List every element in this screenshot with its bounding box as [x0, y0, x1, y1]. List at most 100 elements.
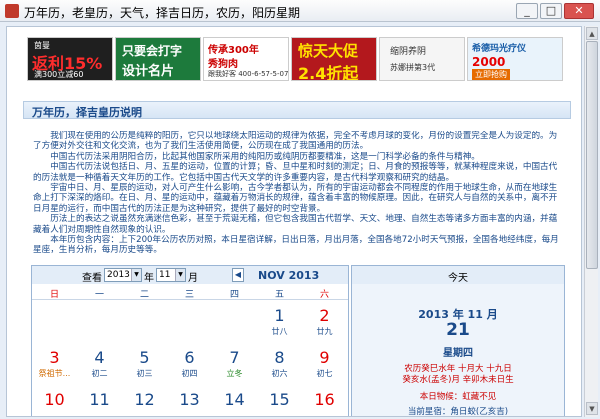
day-number: 6: [184, 348, 195, 367]
day-number: 2: [319, 306, 330, 325]
calendar-day[interactable]: 1 廿八: [257, 300, 302, 342]
today-day-number: 21: [446, 320, 470, 340]
month-select[interactable]: 11 ▼: [156, 268, 186, 282]
chevron-down-icon: ▼: [131, 269, 141, 281]
ad-footer: 跟我好客 400-6-57-5-07: [208, 70, 289, 78]
calendar-day[interactable]: 13: [167, 384, 212, 416]
day-number: 7: [229, 348, 240, 367]
lunar-date: 祭祖节...: [38, 369, 71, 378]
day-number: 15: [269, 390, 290, 409]
ad-banner-1[interactable]: 茵曼 返利15% 满300立减60: [27, 37, 113, 81]
lunar-date: 廿九: [316, 327, 333, 336]
calendar-day[interactable]: 4 初二: [77, 342, 122, 384]
ad-buy-button[interactable]: 立即抢购: [472, 69, 510, 80]
today-header-label: 今天: [448, 273, 468, 284]
lunar-date: 初六: [271, 369, 288, 378]
page-content: 茵曼 返利15% 满300立减60 只要会打字 设计名片 传承300年 秀狗肉 …: [6, 26, 582, 417]
calendar-day[interactable]: 3 祭祖节...: [32, 342, 77, 384]
day-number: 11: [89, 390, 110, 409]
maximize-button[interactable]: □: [540, 3, 562, 19]
day-number: 13: [179, 390, 200, 409]
minimize-button[interactable]: _: [516, 3, 538, 19]
title-bar: 万年历，老皇历，天气，择吉日历，农历，阳历星期 _ □ ✕: [0, 0, 600, 22]
today-header: 今天: [352, 266, 564, 284]
calendar-day[interactable]: 14: [212, 384, 257, 416]
ad-banner-3[interactable]: 传承300年 秀狗肉 跟我好客 400-6-57-5-07: [203, 37, 289, 81]
lunar-date: 初三: [136, 369, 153, 378]
intro-title: 万年历，择吉皇历说明: [32, 106, 142, 119]
prev-month-button[interactable]: ◀: [232, 268, 244, 282]
lunar-date: 初七: [316, 369, 333, 378]
ad-banner-5[interactable]: 缩阴养阴 苏娜拼第3代: [379, 37, 465, 81]
weekday-label: 六: [319, 290, 329, 300]
lunar-date: 初四: [181, 369, 198, 378]
calendar-day[interactable]: 7 立冬: [212, 342, 257, 384]
intro-paragraph: 宇宙中日、月、星辰的运动，对人可产生什么影响，古今学者都认为，所有的宇宙运动都会…: [33, 183, 558, 214]
chevron-down-icon: ▼: [175, 269, 185, 281]
calendar-day[interactable]: 15: [257, 384, 302, 416]
year-value: 2013: [107, 270, 130, 280]
today-star: 当前星宿：角日蛟(乙亥吉): [407, 407, 509, 417]
view-label: 查看: [82, 273, 102, 284]
lunar-date: 初二: [91, 369, 108, 378]
day-number: 9: [319, 348, 330, 367]
calendar-day[interactable]: 8 初六: [257, 342, 302, 384]
lunar-date: 立冬: [226, 369, 243, 378]
close-button[interactable]: ✕: [564, 3, 594, 19]
weekday-label: 二: [139, 290, 149, 300]
weekday-label: 三: [184, 290, 194, 300]
intro-paragraph: 我们现在使用的公历是纯粹的阳历，它只以地球绕太阳运动的规律为依据，完全不考虑月球…: [33, 131, 558, 152]
vertical-scrollbar[interactable]: ▲ ▼: [584, 26, 598, 417]
weekday-label: 日: [49, 290, 59, 300]
year-select[interactable]: 2013 ▼: [104, 268, 142, 282]
intro-paragraph: 历法上的表达之说虽然充满迷信色彩，甚至于荒诞无稽，但它包含我国古代哲学、天文、地…: [33, 214, 558, 235]
ad-headline: 希德玛光疗仪: [472, 44, 527, 54]
day-number: 16: [314, 390, 335, 409]
today-body: 2013 年 11 月 21 星期四 农历癸巳水年 十月大 十九日 癸亥水(孟冬…: [352, 284, 564, 417]
weekday-label: 四: [229, 290, 239, 300]
day-number: 5: [139, 348, 150, 367]
today-panel: 今天 2013 年 11 月 21 星期四 农历癸巳水年 十月大 十九日 癸亥水…: [351, 265, 565, 417]
intro-paragraph: 本年历包含内容：上下200年公历农历对照，本日星宿详解，日出日落，月出月落，全国…: [33, 235, 559, 256]
ad-headline: 只要会打字: [122, 44, 183, 58]
intro-paragraph: 中国古代历法说包括日、月、五星的运动，位置的计算；昏、旦中星和时刻的测定；日、月…: [33, 162, 558, 183]
intro-paragraph: 中国古代历法采用阴阳合历，比起其他国家所采用的纯阳历或纯阴历都要精准，这是一门科…: [50, 151, 480, 162]
calendar-day[interactable]: 16: [302, 384, 347, 416]
scroll-thumb[interactable]: [586, 41, 598, 269]
scroll-down-icon[interactable]: ▼: [586, 402, 598, 415]
ad-banner-6[interactable]: 希德玛光疗仪 2000 立即抢购: [467, 37, 563, 81]
weekday-label: 一: [94, 290, 104, 300]
intro-text: 我们现在使用的公历是纯粹的阳历，它只以地球绕太阳运动的规律为依据，完全不考虑月球…: [33, 131, 565, 259]
window-title: 万年历，老皇历，天气，择吉日历，农历，阳历星期: [24, 6, 301, 20]
day-number: 4: [94, 348, 105, 367]
lunar-date: 廿八: [271, 327, 288, 336]
calendar-day[interactable]: 9 初七: [302, 342, 347, 384]
ad-price: 2000: [472, 55, 506, 69]
ad-subtext: 2.4折起: [298, 64, 359, 81]
calendar-day[interactable]: 2 廿九: [302, 300, 347, 342]
app-icon: [5, 4, 19, 18]
ad-headline: 惊天大促: [298, 42, 359, 60]
ad-banner-2[interactable]: 只要会打字 设计名片: [115, 37, 201, 81]
month-value: 11: [159, 270, 171, 280]
ad-subtext: 苏娜拼第3代: [390, 63, 436, 72]
month-title: NOV 2013: [258, 269, 320, 282]
day-number: 10: [44, 390, 65, 409]
ad-subtext: 设计名片: [122, 64, 175, 79]
calendar-day[interactable]: 10: [32, 384, 77, 416]
intro-section-header: 万年历，择吉皇历说明: [23, 101, 571, 119]
weekday-header: 日一二三四五六: [32, 284, 348, 300]
scroll-up-icon[interactable]: ▲: [586, 27, 598, 40]
window-frame: 茵曼 返利15% 满300立减60 只要会打字 设计名片 传承300年 秀狗肉 …: [0, 22, 600, 419]
month-suffix: 月: [188, 273, 198, 284]
day-number: 1: [274, 306, 285, 325]
day-number: 3: [49, 348, 60, 367]
month-calendar: 查看 2013 ▼ 年 11 ▼ 月 ◀ NOV 2013 日 一 二 三 四 五 六 1 廿…: [31, 265, 349, 416]
calendar-day[interactable]: 12: [122, 384, 167, 416]
ad-banner-4[interactable]: 惊天大促 2.4折起: [291, 37, 377, 81]
ad-headline: 缩阴养阴: [390, 47, 427, 57]
calendar-day[interactable]: 6 初四: [167, 342, 212, 384]
calendar-day[interactable]: 5 初三: [122, 342, 167, 384]
weekday-label: 五: [274, 290, 284, 300]
calendar-day[interactable]: 11: [77, 384, 122, 416]
